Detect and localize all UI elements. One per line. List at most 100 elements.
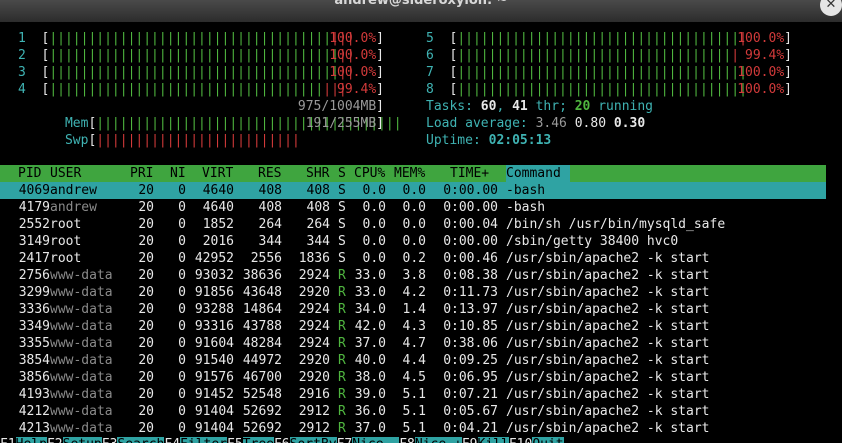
swp-meter: Swp[|||||||||||||||||||||||||| 191/255MB] (64, 116, 384, 148)
table-row[interactable]: 3355 www-data 20 0 91604 48284 2924 R 37.0 4.7 0:3… (0, 335, 826, 352)
cell-mem: 0.2 (402, 251, 426, 266)
process-table-header[interactable]: PID USER PRI NI VIRT RES SHR S CPU% MEM%… (0, 165, 826, 182)
title-bar[interactable]: andrew@sideroxylon: ~ ✕ (0, 0, 842, 22)
col-mem[interactable]: MEM% (394, 165, 425, 182)
table-row[interactable]: 2756 www-data 20 0 93032 38636 2924 R 33.0 3.8 0:0… (0, 267, 826, 284)
system-info: Tasks: 60, 41 thr; 20 running Load avera… (426, 98, 653, 149)
fkey-f5[interactable]: F5Tree (227, 437, 274, 443)
cell-res: 408 (258, 183, 282, 198)
uptime-value: 02:05:13 (488, 133, 552, 148)
cell-virt: 91404 (194, 421, 234, 436)
cell-mem: 3.8 (402, 268, 426, 283)
fkey-f9[interactable]: F9Kill (462, 437, 509, 443)
col-user[interactable]: USER (50, 165, 81, 182)
cell-command: /usr/sbin/apache2 -k start (506, 268, 710, 283)
cell-time: 0:00.04 (443, 217, 498, 232)
table-row[interactable]: 2417 root 20 0 42952 2556 1836 S 0.0 0.2 0:00.46/u… (0, 250, 826, 267)
table-row[interactable]: 3856 www-data 20 0 91576 46700 2920 R 38.0 4.5 0:0… (0, 369, 826, 386)
fkey-f8[interactable]: F8Nice + (399, 437, 462, 443)
threads-count: 41 (512, 99, 528, 114)
col-time[interactable]: TIME+ (450, 165, 489, 182)
table-row[interactable]: 4179 andrew 20 0 4640 408 408 S 0.0 0.0 0:00.00 -ba… (0, 199, 826, 216)
cell-virt: 91856 (194, 285, 234, 300)
cell-ni: 0 (178, 268, 186, 283)
col-pid[interactable]: PID (18, 165, 41, 182)
cell-user: andrew (50, 200, 97, 215)
cpu-meter-6: 6 [|||||||||||||||||||||||||||||||||||| 9… (426, 48, 792, 63)
cpu-bar-user: |||||||||||||||||||||||||||||||||||| (49, 31, 332, 46)
cpu-bar-system: | (731, 48, 740, 63)
cell-user: root (50, 251, 82, 266)
fkey-f7[interactable]: F7Nice - (337, 437, 400, 443)
table-row[interactable]: 3149 root 20 0 2016 344 344 S 0.0 0.0 0:00.00/sbin… (0, 233, 826, 250)
cpu-label: 1 (18, 31, 26, 46)
cell-pid: 3355 (18, 336, 50, 351)
table-row[interactable]: 4193 www-data 20 0 91452 52548 2916 R 39.0 5.1 0:0… (0, 386, 826, 403)
cell-pri: 20 (138, 200, 154, 215)
cell-user: www-data (50, 336, 113, 351)
cpu-bar-user: |||||||||||||||||||||||||||||||||||| (457, 31, 740, 46)
table-row[interactable]: 3854 www-data 20 0 91540 44972 2920 R 40.0 4.4 0:0… (0, 352, 826, 369)
cell-time: 0:00.00 (443, 200, 498, 215)
cell-mem: 5.1 (402, 421, 426, 436)
table-row[interactable]: 3299 www-data 20 0 91856 43648 2920 R 33.0 4.2 0:1… (0, 284, 826, 301)
table-row-selected[interactable]: 4069 andrew 20 0 4640 408 408 S 0.0 0.0 0:00.00 -ba… (0, 182, 826, 199)
cell-pri: 20 (138, 353, 154, 368)
table-row[interactable]: 3336 www-data 20 0 93288 14864 2924 R 34.0 1.4 0:1… (0, 301, 826, 318)
col-ni[interactable]: NI (170, 165, 186, 182)
cell-time: 0:00.00 (443, 234, 498, 249)
cell-pid: 4069 (18, 183, 50, 198)
load-15: 0.30 (613, 116, 646, 131)
table-row[interactable]: 2552 root 20 0 1852 264 264 S 0.0 0.0 0:00.04/bin/… (0, 216, 826, 233)
fkey-f4[interactable]: F4Filter (164, 437, 228, 443)
tasks-count: 60 (480, 99, 497, 114)
cell-res: 264 (258, 217, 282, 232)
cell-s: R (338, 387, 346, 402)
cell-ni: 0 (178, 285, 186, 300)
cell-user: www-data (50, 404, 113, 419)
cell-s: S (338, 183, 346, 198)
cpu-percent: 100.0% (737, 65, 785, 80)
col-virt[interactable]: VIRT (202, 165, 233, 182)
table-row[interactable]: 3349 www-data 20 0 93316 43788 2924 R 42.0 4.3 0:1… (0, 318, 826, 335)
cell-shr: 2920 (298, 285, 330, 300)
col-state[interactable]: S (338, 165, 346, 182)
cpu-label: 6 (426, 48, 434, 63)
fkey-f2[interactable]: F2Setup (47, 437, 102, 443)
cell-res: 14864 (242, 302, 282, 317)
cell-command: /usr/sbin/apache2 -k start (506, 285, 710, 300)
cell-virt: 93032 (194, 268, 234, 283)
col-res[interactable]: RES (258, 165, 281, 182)
col-command[interactable]: Command (506, 165, 570, 182)
cell-time: 0:09.25 (443, 353, 498, 368)
mem-value: 975/1004MB (297, 99, 377, 114)
fkey-f1[interactable]: F1Help (0, 437, 47, 443)
cell-virt: 93288 (194, 302, 234, 317)
terminal-window: andrew@sideroxylon: ~ ✕ 1 [|||||||||||||… (0, 0, 842, 443)
col-pri[interactable]: PRI (130, 165, 153, 182)
col-shr[interactable]: SHR (306, 165, 329, 182)
cell-time: 0:00.46 (443, 251, 498, 266)
cell-ni: 0 (178, 404, 186, 419)
cell-s: R (338, 353, 346, 368)
col-cpu[interactable]: CPU% (354, 165, 385, 182)
fkey-f10[interactable]: F10Quit (509, 437, 564, 443)
cell-s: S (338, 217, 346, 232)
cell-virt: 91452 (194, 387, 234, 402)
cell-pid: 3856 (18, 370, 50, 385)
cell-ni: 0 (178, 319, 186, 334)
cell-pid: 4212 (18, 404, 50, 419)
cpu-bar-user: ||||||||||||||||||||||||||||||||||||| (457, 82, 747, 97)
cpu-percent: 100.0% (737, 82, 785, 97)
table-row[interactable]: 4212 www-data 20 0 91404 52692 2912 R 36.0 5.1 0:0… (0, 403, 826, 420)
scrollbar[interactable] (826, 22, 842, 443)
fkey-f3[interactable]: F3Search (102, 437, 165, 443)
load-1: 3.46 (535, 116, 567, 131)
fkey-f6[interactable]: F6SortBy (274, 437, 337, 443)
table-row[interactable]: 4213 www-data 20 0 91404 52692 2912 R 37.0 5.1 0:0… (0, 420, 826, 437)
cell-command: /usr/sbin/apache2 -k start (506, 353, 710, 368)
cell-pid: 3854 (18, 353, 50, 368)
close-button[interactable]: ✕ (820, 0, 842, 16)
cell-ni: 0 (178, 302, 186, 317)
cell-cpu: 42.0 (354, 319, 386, 334)
